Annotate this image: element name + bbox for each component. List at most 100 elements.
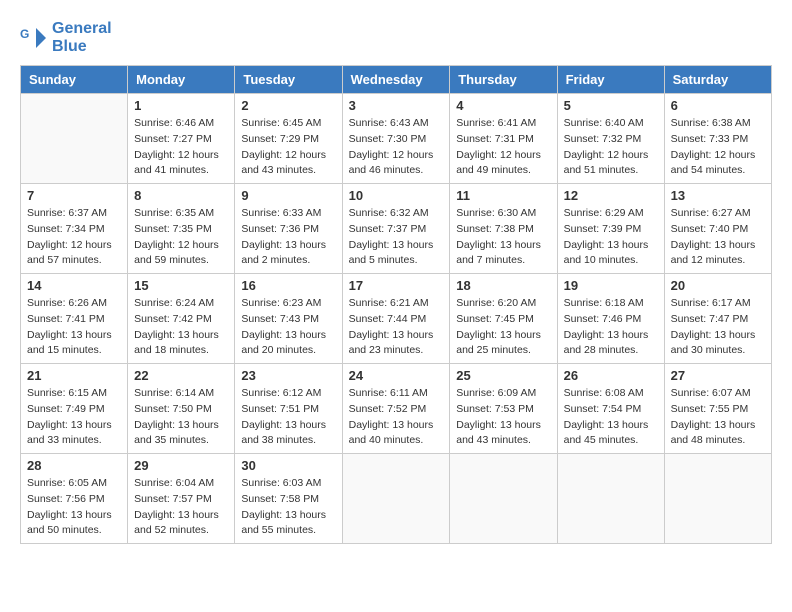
day-number: 9 (241, 188, 335, 203)
day-number: 13 (671, 188, 765, 203)
day-header-monday: Monday (128, 66, 235, 94)
week-row-4: 21 Sunrise: 6:15 AMSunset: 7:49 PMDayligh… (21, 364, 772, 454)
day-info: Sunrise: 6:43 AMSunset: 7:30 PMDaylight:… (349, 116, 444, 179)
day-info: Sunrise: 6:17 AMSunset: 7:47 PMDaylight:… (671, 296, 765, 359)
day-cell: 30 Sunrise: 6:03 AMSunset: 7:58 PMDayligh… (235, 454, 342, 544)
day-number: 5 (564, 98, 658, 113)
day-number: 29 (134, 458, 228, 473)
day-info: Sunrise: 6:03 AMSunset: 7:58 PMDaylight:… (241, 476, 335, 539)
day-cell (557, 454, 664, 544)
day-header-tuesday: Tuesday (235, 66, 342, 94)
day-cell (664, 454, 771, 544)
day-cell: 22 Sunrise: 6:14 AMSunset: 7:50 PMDayligh… (128, 364, 235, 454)
day-info: Sunrise: 6:12 AMSunset: 7:51 PMDaylight:… (241, 386, 335, 449)
day-number: 21 (27, 368, 121, 383)
day-info: Sunrise: 6:15 AMSunset: 7:49 PMDaylight:… (27, 386, 121, 449)
day-cell: 14 Sunrise: 6:26 AMSunset: 7:41 PMDayligh… (21, 274, 128, 364)
day-number: 7 (27, 188, 121, 203)
day-number: 16 (241, 278, 335, 293)
day-info: Sunrise: 6:18 AMSunset: 7:46 PMDaylight:… (564, 296, 658, 359)
day-number: 24 (349, 368, 444, 383)
day-cell: 15 Sunrise: 6:24 AMSunset: 7:42 PMDayligh… (128, 274, 235, 364)
week-row-2: 7 Sunrise: 6:37 AMSunset: 7:34 PMDaylight… (21, 184, 772, 274)
day-cell (450, 454, 557, 544)
day-info: Sunrise: 6:30 AMSunset: 7:38 PMDaylight:… (456, 206, 550, 269)
day-number: 11 (456, 188, 550, 203)
day-cell: 23 Sunrise: 6:12 AMSunset: 7:51 PMDayligh… (235, 364, 342, 454)
day-cell: 20 Sunrise: 6:17 AMSunset: 7:47 PMDayligh… (664, 274, 771, 364)
day-number: 23 (241, 368, 335, 383)
day-number: 3 (349, 98, 444, 113)
day-info: Sunrise: 6:20 AMSunset: 7:45 PMDaylight:… (456, 296, 550, 359)
day-cell (21, 94, 128, 184)
day-cell: 25 Sunrise: 6:09 AMSunset: 7:53 PMDayligh… (450, 364, 557, 454)
day-cell: 27 Sunrise: 6:07 AMSunset: 7:55 PMDayligh… (664, 364, 771, 454)
day-cell: 3 Sunrise: 6:43 AMSunset: 7:30 PMDaylight… (342, 94, 450, 184)
day-number: 4 (456, 98, 550, 113)
day-number: 1 (134, 98, 228, 113)
day-cell: 17 Sunrise: 6:21 AMSunset: 7:44 PMDayligh… (342, 274, 450, 364)
day-info: Sunrise: 6:40 AMSunset: 7:32 PMDaylight:… (564, 116, 658, 179)
day-info: Sunrise: 6:37 AMSunset: 7:34 PMDaylight:… (27, 206, 121, 269)
day-cell: 24 Sunrise: 6:11 AMSunset: 7:52 PMDayligh… (342, 364, 450, 454)
logo-line2: Blue (52, 38, 112, 56)
day-number: 2 (241, 98, 335, 113)
day-number: 14 (27, 278, 121, 293)
day-number: 25 (456, 368, 550, 383)
day-number: 20 (671, 278, 765, 293)
day-info: Sunrise: 6:35 AMSunset: 7:35 PMDaylight:… (134, 206, 228, 269)
calendar: SundayMondayTuesdayWednesdayThursdayFrid… (20, 65, 772, 544)
day-number: 10 (349, 188, 444, 203)
day-info: Sunrise: 6:07 AMSunset: 7:55 PMDaylight:… (671, 386, 765, 449)
svg-text:G: G (20, 27, 29, 41)
day-info: Sunrise: 6:11 AMSunset: 7:52 PMDaylight:… (349, 386, 444, 449)
day-cell: 16 Sunrise: 6:23 AMSunset: 7:43 PMDayligh… (235, 274, 342, 364)
day-number: 22 (134, 368, 228, 383)
day-cell: 21 Sunrise: 6:15 AMSunset: 7:49 PMDayligh… (21, 364, 128, 454)
logo-icon: G (20, 24, 48, 52)
day-info: Sunrise: 6:14 AMSunset: 7:50 PMDaylight:… (134, 386, 228, 449)
day-info: Sunrise: 6:45 AMSunset: 7:29 PMDaylight:… (241, 116, 335, 179)
day-cell: 8Sunrise: 6:35 AMSunset: 7:35 PMDaylight… (128, 184, 235, 274)
day-number: 26 (564, 368, 658, 383)
day-info: Sunrise: 6:26 AMSunset: 7:41 PMDaylight:… (27, 296, 121, 359)
day-number: 12 (564, 188, 658, 203)
day-info: Sunrise: 6:09 AMSunset: 7:53 PMDaylight:… (456, 386, 550, 449)
day-info: Sunrise: 6:41 AMSunset: 7:31 PMDaylight:… (456, 116, 550, 179)
day-cell: 29Sunrise: 6:04 AMSunset: 7:57 PMDayligh… (128, 454, 235, 544)
day-cell: 28Sunrise: 6:05 AMSunset: 7:56 PMDayligh… (21, 454, 128, 544)
day-info: Sunrise: 6:21 AMSunset: 7:44 PMDaylight:… (349, 296, 444, 359)
day-number: 6 (671, 98, 765, 113)
week-row-1: 1 Sunrise: 6:46 AMSunset: 7:27 PMDaylight… (21, 94, 772, 184)
day-info: Sunrise: 6:29 AMSunset: 7:39 PMDaylight:… (564, 206, 658, 269)
day-header-wednesday: Wednesday (342, 66, 450, 94)
day-info: Sunrise: 6:27 AMSunset: 7:40 PMDaylight:… (671, 206, 765, 269)
day-number: 28 (27, 458, 121, 473)
day-header-saturday: Saturday (664, 66, 771, 94)
day-info: Sunrise: 6:32 AMSunset: 7:37 PMDaylight:… (349, 206, 444, 269)
day-info: Sunrise: 6:38 AMSunset: 7:33 PMDaylight:… (671, 116, 765, 179)
day-info: Sunrise: 6:08 AMSunset: 7:54 PMDaylight:… (564, 386, 658, 449)
day-number: 27 (671, 368, 765, 383)
day-header-sunday: Sunday (21, 66, 128, 94)
day-cell: 10 Sunrise: 6:32 AMSunset: 7:37 PMDayligh… (342, 184, 450, 274)
day-number: 30 (241, 458, 335, 473)
logo: G General Blue (20, 20, 112, 55)
day-info: Sunrise: 6:46 AMSunset: 7:27 PMDaylight:… (134, 116, 228, 179)
day-cell: 9Sunrise: 6:33 AMSunset: 7:36 PMDaylight… (235, 184, 342, 274)
day-cell: 19 Sunrise: 6:18 AMSunset: 7:46 PMDayligh… (557, 274, 664, 364)
day-number: 15 (134, 278, 228, 293)
logo-line1: General (52, 20, 112, 38)
day-number: 19 (564, 278, 658, 293)
day-cell: 18Sunrise: 6:20 AMSunset: 7:45 PMDayligh… (450, 274, 557, 364)
day-cell: 7 Sunrise: 6:37 AMSunset: 7:34 PMDaylight… (21, 184, 128, 274)
day-cell: 2 Sunrise: 6:45 AMSunset: 7:29 PMDaylight… (235, 94, 342, 184)
week-row-3: 14 Sunrise: 6:26 AMSunset: 7:41 PMDayligh… (21, 274, 772, 364)
day-number: 17 (349, 278, 444, 293)
day-cell: 4 Sunrise: 6:41 AMSunset: 7:31 PMDaylight… (450, 94, 557, 184)
calendar-body: 1 Sunrise: 6:46 AMSunset: 7:27 PMDaylight… (21, 94, 772, 544)
day-header-friday: Friday (557, 66, 664, 94)
day-info: Sunrise: 6:23 AMSunset: 7:43 PMDaylight:… (241, 296, 335, 359)
day-cell: 11 Sunrise: 6:30 AMSunset: 7:38 PMDayligh… (450, 184, 557, 274)
day-info: Sunrise: 6:24 AMSunset: 7:42 PMDaylight:… (134, 296, 228, 359)
